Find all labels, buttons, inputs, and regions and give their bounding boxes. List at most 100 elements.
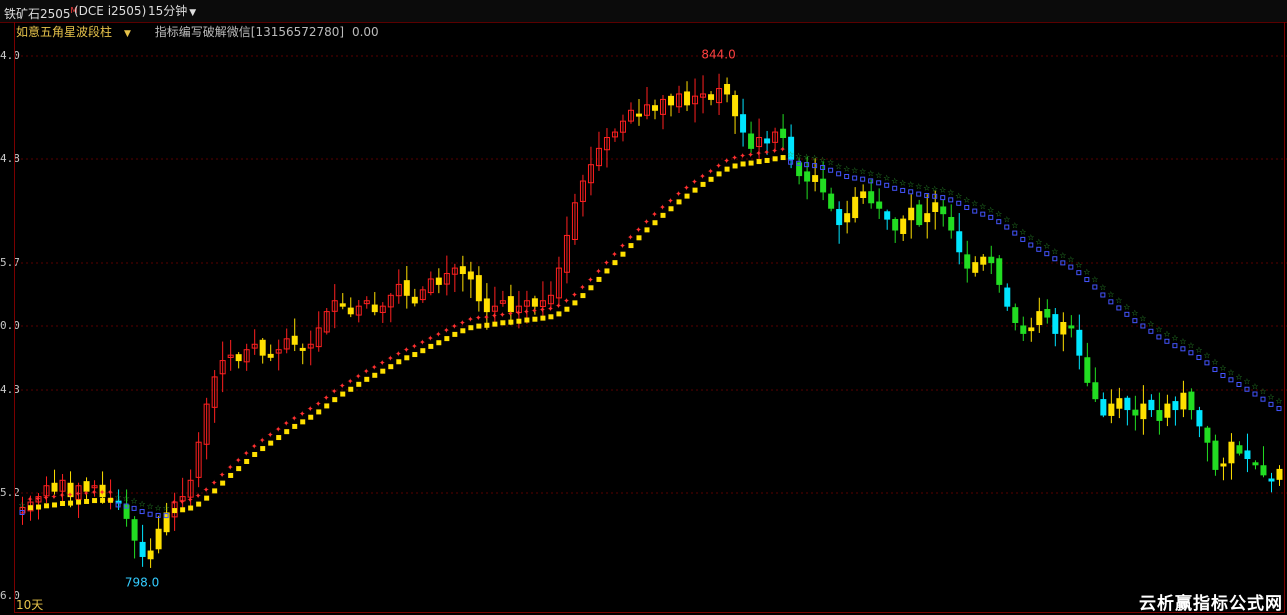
band-square [700,181,706,187]
band-star: ☆ [907,180,914,189]
band-square [564,306,570,312]
band-star: ☆ [947,188,954,197]
band-square [652,220,658,226]
band-star: ✦ [187,496,194,505]
candle-body [1148,399,1155,411]
candle-body [732,95,739,117]
candle-body [948,216,955,231]
candle-body [956,231,963,253]
candle-body [51,482,58,492]
band-square [580,293,586,299]
candle-body [852,196,859,219]
candle-body [1124,397,1131,411]
band-star: ☆ [1027,233,1034,242]
band-square [980,211,986,217]
band-star: ✦ [355,372,362,381]
band-square [340,391,346,397]
band-square [596,276,602,282]
candle-body [972,262,979,273]
band-star: ✦ [419,338,426,347]
band-square [644,227,650,233]
band-square [1164,338,1170,344]
band-square [332,397,338,403]
band-star: ✦ [771,146,778,155]
band-square [180,507,186,513]
candle-body [932,202,939,212]
candle-body [531,298,538,307]
band-square [396,359,402,365]
band-square [252,451,258,457]
band-square [1204,360,1210,366]
band-star: ☆ [883,173,890,182]
band-square [76,499,82,505]
candle-body [259,339,266,356]
band-square [780,155,786,161]
band-star: ✦ [707,167,714,176]
band-star: ☆ [1003,215,1010,224]
band-star: ✦ [699,172,706,181]
candle-body [980,256,987,265]
band-star: ✦ [339,382,346,391]
candle-body [1044,309,1051,318]
candle-body [1204,427,1211,443]
band-star: ✦ [627,233,634,242]
band-square [284,429,290,435]
band-square [1068,264,1074,270]
band-star: ✦ [531,307,538,316]
candle-body [940,206,947,215]
band-square [740,161,746,167]
band-star: ☆ [827,158,834,167]
candle-body [155,528,162,550]
band-square [516,318,522,324]
candle-body [868,191,875,204]
band-square [364,376,370,382]
low-price-label: 798.0 [125,575,159,589]
band-star: ✦ [387,354,394,363]
band-star: ☆ [923,184,930,193]
band-star: ☆ [1187,341,1194,350]
band-star: ☆ [1155,325,1162,334]
band-star: ✦ [347,377,354,386]
candle-body [1228,441,1235,464]
candle-body [1196,410,1203,427]
band-star: ✦ [667,196,674,205]
band-square [772,156,778,162]
band-square [972,208,978,214]
band-square [884,182,890,188]
candle-body [1188,391,1195,411]
band-square [572,300,578,306]
candle-body [1252,462,1259,466]
band-star: ✦ [459,318,466,327]
candle-body [1068,325,1075,329]
band-star: ☆ [1195,345,1202,354]
band-star: ☆ [995,210,1002,219]
band-square [1180,346,1186,352]
band-square [308,414,314,420]
band-star: ☆ [1275,397,1282,406]
candle-body [1244,450,1251,460]
band-star: ☆ [1019,227,1026,236]
candlestick-chart[interactable]: ☆✦ ✦ ✦ ✦ ✦ ✦ ✦ ✦ ✦ ✦ ✦☆ ☆ ☆ ☆ ☆ ☆ ☆✦ ✦ ✦ ✦✦✦✦✦✦✦✦✦✦✦✦✦✦✦✦✦✦… [0,0,1287,615]
band-star: ✦ [683,184,690,193]
band-star: ✦ [563,297,570,306]
band-star: ☆ [1147,319,1154,328]
candle-body [1236,445,1243,454]
band-square [220,480,226,486]
band-square [532,316,538,322]
band-star: ☆ [1099,283,1106,292]
candle-body [1100,399,1107,416]
candle-body [147,550,154,560]
candle-body [708,94,715,100]
band-star: ☆ [122,494,129,503]
band-star: ✦ [83,489,90,498]
candle-body [403,280,410,296]
candle-body [1092,382,1099,400]
candle-body [347,307,354,315]
band-square [692,187,698,193]
band-square [908,189,914,195]
candle-body [483,298,490,313]
band-star: ✦ [507,310,514,319]
candle-body [1172,401,1179,411]
band-star: ✦ [451,322,458,331]
band-star: ☆ [971,199,978,208]
